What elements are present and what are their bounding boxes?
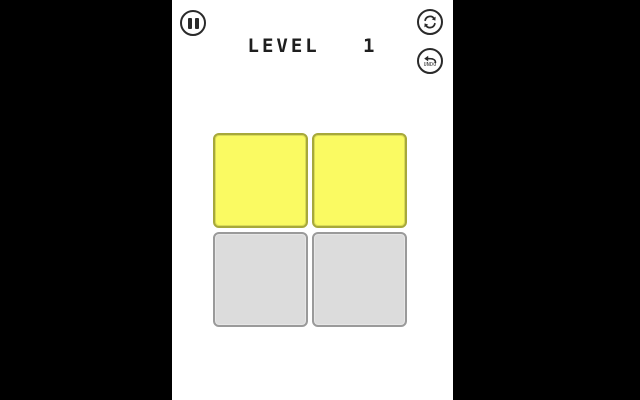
tile-board — [213, 133, 407, 327]
level-number: 1 — [363, 35, 378, 57]
tile-r1-c1[interactable] — [312, 232, 407, 327]
tile-r0-c0[interactable] — [213, 133, 308, 228]
level-title: LEVEL 1 — [172, 35, 453, 57]
restart-icon — [424, 15, 436, 29]
undo-button[interactable]: UNDO — [417, 48, 443, 74]
restart-button[interactable] — [417, 9, 443, 35]
pause-icon — [186, 17, 200, 29]
game-stage: LEVEL 1 UNDO — [172, 0, 453, 400]
undo-label: UNDO — [423, 61, 437, 68]
tile-r1-c0[interactable] — [213, 232, 308, 327]
level-word: LEVEL — [247, 35, 320, 57]
pause-button[interactable] — [180, 10, 206, 36]
tile-r0-c1[interactable] — [312, 133, 407, 228]
